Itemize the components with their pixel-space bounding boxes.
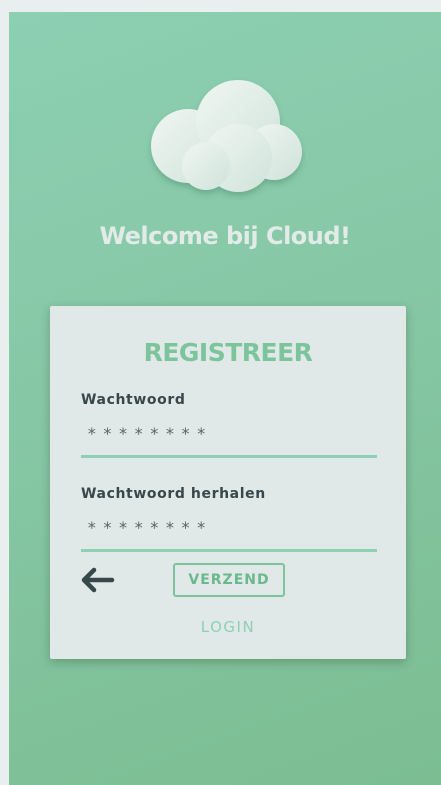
submit-button[interactable]: VERZEND [173, 563, 285, 597]
register-card: REGISTREER Wachtwoord ******** Wachtwoor… [50, 306, 406, 659]
cloud-icon [146, 76, 306, 200]
arrow-left-icon[interactable] [79, 566, 115, 594]
password-field[interactable]: ******** [81, 418, 377, 458]
register-title: REGISTREER [143, 338, 313, 367]
login-link[interactable]: LOGIN [50, 618, 406, 636]
password-label: Wachtwoord [81, 392, 186, 408]
app-screen: Welcome bij Cloud! REGISTREER Wachtwoord… [9, 12, 441, 785]
password-repeat-label: Wachtwoord herhalen [81, 486, 266, 502]
welcome-title: Welcome bij Cloud! [99, 222, 351, 250]
password-repeat-field[interactable]: ******** [81, 512, 377, 552]
